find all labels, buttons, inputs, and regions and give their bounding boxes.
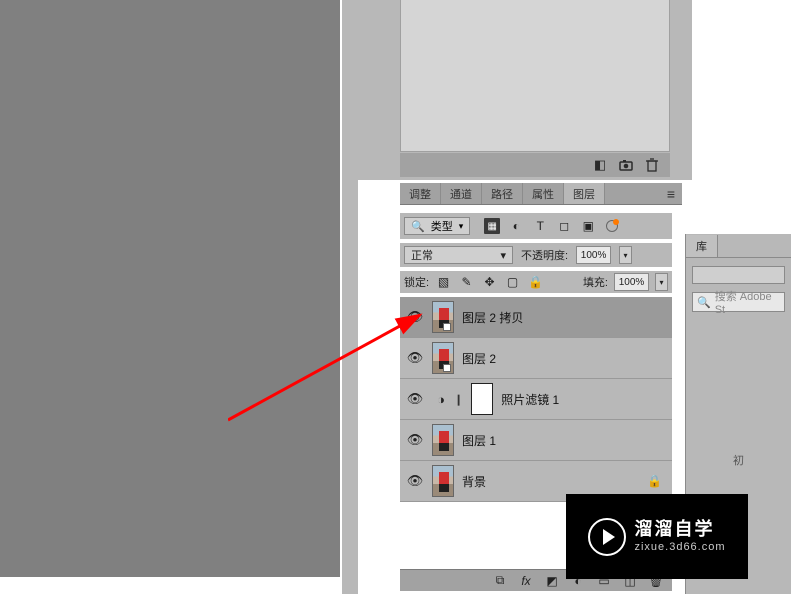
- search-icon: 🔍: [411, 220, 425, 233]
- lock-pixels-icon[interactable]: ✎: [458, 274, 475, 291]
- layer-filter-row: 🔍 类型 ▾ ▦ ◐ T ◻ ▣: [400, 213, 672, 239]
- visibility-toggle-icon[interactable]: 👁: [406, 472, 424, 490]
- chevron-down-icon: ▾: [459, 221, 464, 232]
- filter-pixel-icon[interactable]: ▦: [484, 218, 500, 234]
- layer-style-icon[interactable]: fx: [518, 574, 534, 588]
- smartobject-badge-icon: [443, 364, 451, 372]
- opacity-input[interactable]: 100%: [576, 246, 611, 264]
- visibility-toggle-icon[interactable]: 👁: [406, 390, 424, 408]
- library-placeholder-text: 初: [686, 452, 791, 468]
- clip-to-layer-icon[interactable]: ◧: [592, 158, 608, 172]
- library-search-input[interactable]: 🔍 搜索 Adobe St: [692, 292, 785, 312]
- add-mask-icon[interactable]: ◩: [544, 574, 560, 588]
- tab-adjustments[interactable]: 调整: [400, 183, 441, 204]
- tab-layers[interactable]: 图层: [564, 183, 605, 204]
- layer-thumbnail[interactable]: [432, 465, 454, 497]
- layer-name[interactable]: 照片滤镜 1: [501, 391, 559, 408]
- layer-thumbnail[interactable]: [432, 342, 454, 374]
- lock-position-icon[interactable]: ✥: [481, 274, 498, 291]
- lock-artboard-icon[interactable]: ▢: [504, 274, 521, 291]
- tab-channels[interactable]: 通道: [441, 183, 482, 204]
- filter-toggle-switch[interactable]: [606, 220, 618, 232]
- watermark-title: 溜溜自学: [634, 519, 725, 541]
- watermark: 溜溜自学 zixue.3d66.com: [566, 494, 748, 579]
- tab-paths[interactable]: 路径: [482, 183, 523, 204]
- visibility-toggle-icon[interactable]: 👁: [406, 308, 424, 326]
- filter-shape-icon[interactable]: ◻: [556, 218, 572, 234]
- lock-all-icon[interactable]: 🔒: [527, 274, 544, 291]
- filter-smartobject-icon[interactable]: ▣: [580, 218, 596, 234]
- library-selector-dropdown[interactable]: [692, 266, 785, 284]
- adjustment-icon[interactable]: ◑: [432, 390, 450, 408]
- layer-row[interactable]: 👁 图层 2: [400, 338, 672, 379]
- link-icon: ❙: [454, 393, 463, 406]
- layer-mask-thumbnail[interactable]: [471, 383, 493, 415]
- library-search-placeholder: 搜索 Adobe St: [715, 288, 780, 316]
- panel-divider: [342, 0, 358, 594]
- opacity-label: 不透明度:: [521, 247, 568, 263]
- layer-row[interactable]: 👁 ◑ ❙ 照片滤镜 1: [400, 379, 672, 420]
- layer-thumbnail[interactable]: [432, 301, 454, 333]
- properties-actions-bar: ◧: [400, 153, 670, 177]
- view-previous-icon[interactable]: [618, 158, 634, 172]
- filter-type-dropdown[interactable]: 🔍 类型 ▾: [404, 217, 470, 235]
- layer-name[interactable]: 背景: [462, 473, 486, 490]
- canvas-area[interactable]: [0, 0, 340, 577]
- search-icon: 🔍: [697, 296, 711, 309]
- layer-name[interactable]: 图层 2: [462, 350, 496, 367]
- tab-properties[interactable]: 属性: [523, 183, 564, 204]
- panel-tabs: 调整 通道 路径 属性 图层 ≡: [400, 183, 682, 205]
- lock-transparency-icon[interactable]: ▧: [435, 274, 452, 291]
- layer-row-selected[interactable]: 👁 图层 2 拷贝: [400, 297, 672, 338]
- link-layers-icon[interactable]: ⧉: [492, 573, 508, 588]
- tab-libraries[interactable]: 库: [686, 235, 718, 257]
- properties-preview[interactable]: [400, 0, 670, 152]
- watermark-subtitle: zixue.3d66.com: [634, 541, 725, 554]
- libraries-tab-bar: 库: [686, 234, 791, 258]
- watermark-logo-icon: [588, 518, 626, 556]
- panel-menu-icon[interactable]: ≡: [660, 183, 682, 204]
- layer-name[interactable]: 图层 1: [462, 432, 496, 449]
- fill-stepper[interactable]: ▾: [655, 273, 668, 291]
- lock-label: 锁定:: [404, 274, 429, 290]
- lock-row: 锁定: ▧ ✎ ✥ ▢ 🔒 填充: 100% ▾: [400, 271, 672, 293]
- chevron-down-icon: ▾: [500, 249, 506, 262]
- blend-mode-row: 正常 ▾ 不透明度: 100% ▾: [400, 243, 672, 267]
- visibility-toggle-icon[interactable]: 👁: [406, 431, 424, 449]
- fill-input[interactable]: 100%: [614, 273, 649, 291]
- lock-icon: 🔒: [647, 474, 662, 488]
- visibility-toggle-icon[interactable]: 👁: [406, 349, 424, 367]
- smartobject-badge-icon: [443, 323, 451, 331]
- delete-adjustment-icon[interactable]: [644, 158, 660, 172]
- fill-label: 填充:: [583, 274, 608, 290]
- filter-type-label: 类型: [431, 218, 453, 234]
- blend-mode-value: 正常: [411, 247, 433, 263]
- blend-mode-dropdown[interactable]: 正常 ▾: [404, 246, 513, 264]
- filter-adjustment-icon[interactable]: ◐: [508, 218, 524, 234]
- filter-icons-group: ▦ ◐ T ◻ ▣: [484, 218, 596, 234]
- layers-list: 👁 图层 2 拷贝 👁 图层 2 👁 ◑ ❙ 照片滤镜 1 👁 图层 1 👁 背…: [400, 297, 672, 502]
- layer-row[interactable]: 👁 图层 1: [400, 420, 672, 461]
- layer-thumbnail[interactable]: [432, 424, 454, 456]
- filter-type-icon[interactable]: T: [532, 218, 548, 234]
- layer-name[interactable]: 图层 2 拷贝: [462, 309, 523, 326]
- opacity-stepper[interactable]: ▾: [619, 246, 632, 264]
